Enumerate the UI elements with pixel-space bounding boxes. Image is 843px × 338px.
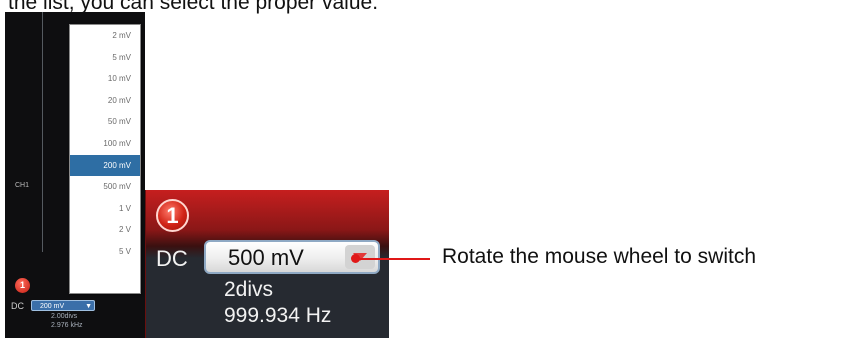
- frequency-readout: 2.976 kHz: [51, 322, 83, 329]
- divs-readout: 2divs: [224, 278, 274, 301]
- channel-side-label: CH1: [15, 182, 30, 189]
- dropdown-option[interactable]: 500 mV: [70, 176, 140, 198]
- waveform-area-border: [42, 12, 43, 252]
- dropdown-option[interactable]: 10 mV: [70, 68, 140, 90]
- volts-per-div-select[interactable]: 200 mV ▼: [31, 300, 95, 311]
- dropdown-option[interactable]: 1 V: [70, 198, 140, 220]
- frequency-readout: 999.934 Hz: [224, 304, 332, 327]
- callout-text: Rotate the mouse wheel to switch: [442, 245, 756, 268]
- dropdown-option[interactable]: 2 V: [70, 219, 140, 241]
- dropdown-option[interactable]: 5 V: [70, 241, 140, 263]
- callout-line: [356, 258, 430, 260]
- channel-settings-row: DC 200 mV ▼: [9, 300, 139, 312]
- chevron-down-icon: ▼: [85, 303, 92, 310]
- dropdown-toggle[interactable]: [345, 245, 375, 269]
- dropdown-option[interactable]: 5 mV: [70, 47, 140, 69]
- dropdown-option[interactable]: 2 mV: [70, 25, 140, 47]
- channel-control-zoom: 1 DC 500 mV 2divs 999.934 Hz: [145, 190, 389, 338]
- dropdown-option[interactable]: 50 mV: [70, 111, 140, 133]
- dropdown-option[interactable]: 20 mV: [70, 90, 140, 112]
- channel-badge-icon[interactable]: 1: [156, 199, 189, 232]
- coupling-label[interactable]: DC: [11, 300, 24, 312]
- channel-badge-icon[interactable]: 1: [15, 278, 30, 293]
- volts-per-div-value: 500 mV: [228, 245, 304, 270]
- coupling-label[interactable]: DC: [156, 246, 188, 272]
- dropdown-option[interactable]: 100 mV: [70, 133, 140, 155]
- divs-readout: 2.00divs: [51, 313, 78, 320]
- volts-per-div-dropdown[interactable]: 2 mV 5 mV 10 mV 20 mV 50 mV 100 mV 200 m…: [69, 24, 141, 294]
- volts-per-div-value: 200 mV: [40, 303, 65, 310]
- oscilloscope-channel-panel: CH1 2 mV 5 mV 10 mV 20 mV 50 mV 100 mV 2…: [5, 12, 145, 338]
- dropdown-option-selected[interactable]: 200 mV: [70, 154, 140, 177]
